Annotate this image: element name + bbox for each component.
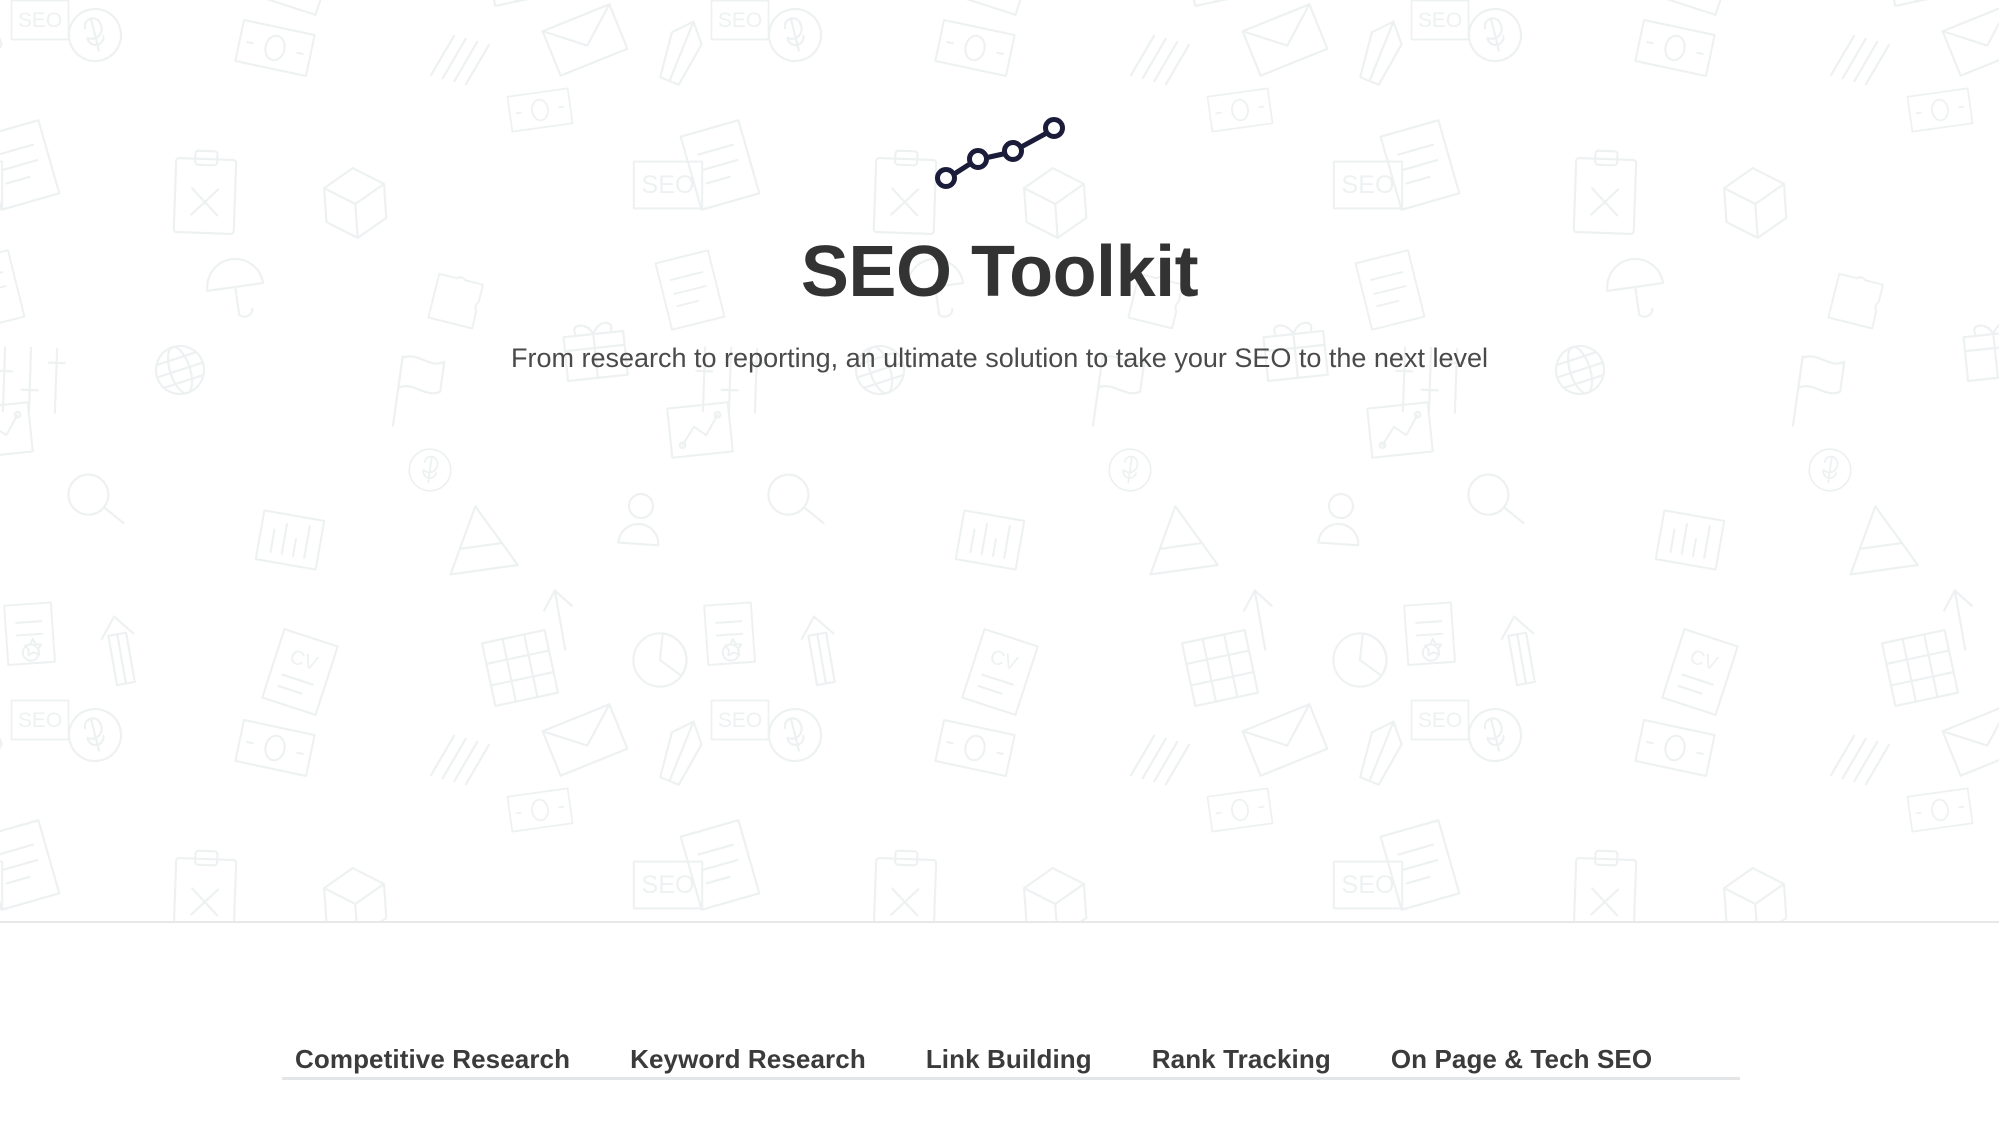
- page-subtitle: From research to reporting, an ultimate …: [511, 342, 1488, 373]
- line-chart-trend-icon: [934, 117, 1065, 189]
- page-title: SEO Toolkit: [800, 232, 1199, 312]
- tabs-container: Competitive Research Keyword Research Link…: [282, 923, 1740, 1121]
- tab-competitive-research[interactable]: Competitive Research: [282, 1044, 600, 1075]
- hero-content: SEO Toolkit From research to reporting, …: [0, 0, 1999, 376]
- tab-keyword-research[interactable]: Keyword Research: [600, 1044, 896, 1075]
- tab-rank-tracking[interactable]: Rank Tracking: [1122, 1044, 1361, 1075]
- hero-section: SEO Toolkit From research to reporting, …: [0, 0, 1999, 923]
- tabs-section: Competitive Research Keyword Research Link…: [0, 923, 1999, 1121]
- seo-toolkit-page: SEO Toolkit From research to reporting, …: [0, 0, 1999, 1123]
- tabs-underline-divider: [282, 1077, 1740, 1080]
- toolkit-tabs-nav[interactable]: Competitive Research Keyword Research Link…: [282, 1044, 1682, 1075]
- tab-link-building[interactable]: Link Building: [896, 1044, 1122, 1075]
- tab-on-page-tech-seo[interactable]: On Page & Tech SEO: [1361, 1044, 1682, 1075]
